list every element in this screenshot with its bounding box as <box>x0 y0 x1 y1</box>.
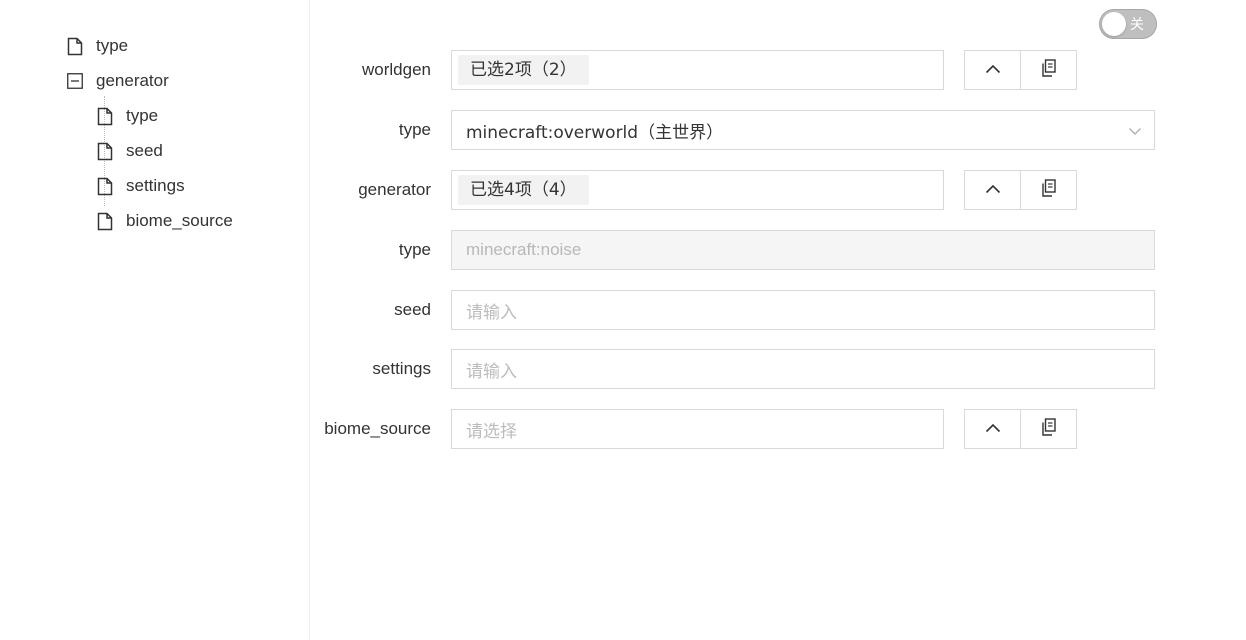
tree-item-seed[interactable]: seed <box>96 139 163 163</box>
selected-count-tag: 已选4项（4） <box>458 175 589 205</box>
tree-item-type[interactable]: type <box>66 34 128 58</box>
seed-label: seed <box>394 300 431 319</box>
toggle-label: 关 <box>1130 17 1144 33</box>
file-icon <box>96 106 114 126</box>
tree-item-generator[interactable]: generator <box>66 69 169 93</box>
worldgen-select[interactable]: 已选2项（2） <box>451 50 944 90</box>
worldgen-actions <box>964 50 1077 90</box>
generator-label: generator <box>358 180 431 199</box>
selected-count-tag: 已选2项（2） <box>458 55 589 85</box>
generator-type-field: minecraft:noise <box>451 230 1155 270</box>
tree-item-label: seed <box>126 141 163 160</box>
file-icon <box>96 141 114 161</box>
chevron-up-icon <box>985 61 1001 79</box>
settings-placeholder: 请输入 <box>466 361 517 382</box>
seed-input[interactable]: 请输入 <box>451 290 1155 330</box>
copy-icon <box>1041 417 1056 441</box>
settings-label: settings <box>372 359 431 378</box>
settings-input[interactable]: 请输入 <box>451 349 1155 389</box>
toggle-knob <box>1102 12 1126 36</box>
file-icon <box>66 36 84 56</box>
copy-button[interactable] <box>1020 51 1076 89</box>
biome-source-label: biome_source <box>324 419 431 438</box>
collapse-button[interactable] <box>965 410 1020 448</box>
tree-item-label: type <box>126 106 159 125</box>
copy-button[interactable] <box>1020 171 1076 209</box>
generator-actions <box>964 170 1077 210</box>
type-value: minecraft:overworld（主世界） <box>466 122 724 143</box>
file-icon <box>96 211 114 231</box>
seed-placeholder: 请输入 <box>466 302 517 323</box>
biome-source-select[interactable]: 请选择 <box>451 409 944 449</box>
biome-source-actions <box>964 409 1077 449</box>
type-label: type <box>398 120 431 139</box>
collapse-button[interactable] <box>965 171 1020 209</box>
chevron-up-icon <box>985 420 1001 438</box>
tree-item-label: type <box>96 36 129 55</box>
copy-icon <box>1041 178 1056 202</box>
generator-type-value: minecraft:noise <box>466 240 582 259</box>
copy-icon <box>1041 58 1056 82</box>
copy-button[interactable] <box>1020 410 1076 448</box>
chevron-down-icon <box>1128 123 1142 137</box>
collapse-icon[interactable] <box>66 71 84 91</box>
file-icon <box>96 176 114 196</box>
generator-select[interactable]: 已选4项（4） <box>451 170 944 210</box>
tree-item-generator-type[interactable]: type <box>96 104 158 128</box>
collapse-button[interactable] <box>965 51 1020 89</box>
type-select[interactable]: minecraft:overworld（主世界） <box>451 110 1155 150</box>
worldgen-label: worldgen <box>362 60 431 79</box>
toggle-switch[interactable]: 关 <box>1099 9 1157 39</box>
tree-item-label: biome_source <box>126 211 233 230</box>
generator-type-label: type <box>398 240 431 259</box>
chevron-up-icon <box>985 181 1001 199</box>
tree-item-biome-source[interactable]: biome_source <box>96 209 233 233</box>
biome-source-placeholder: 请选择 <box>466 421 517 442</box>
tree-item-label: settings <box>126 176 185 195</box>
tree-item-settings[interactable]: settings <box>96 174 185 198</box>
tree-item-label: generator <box>96 71 169 90</box>
